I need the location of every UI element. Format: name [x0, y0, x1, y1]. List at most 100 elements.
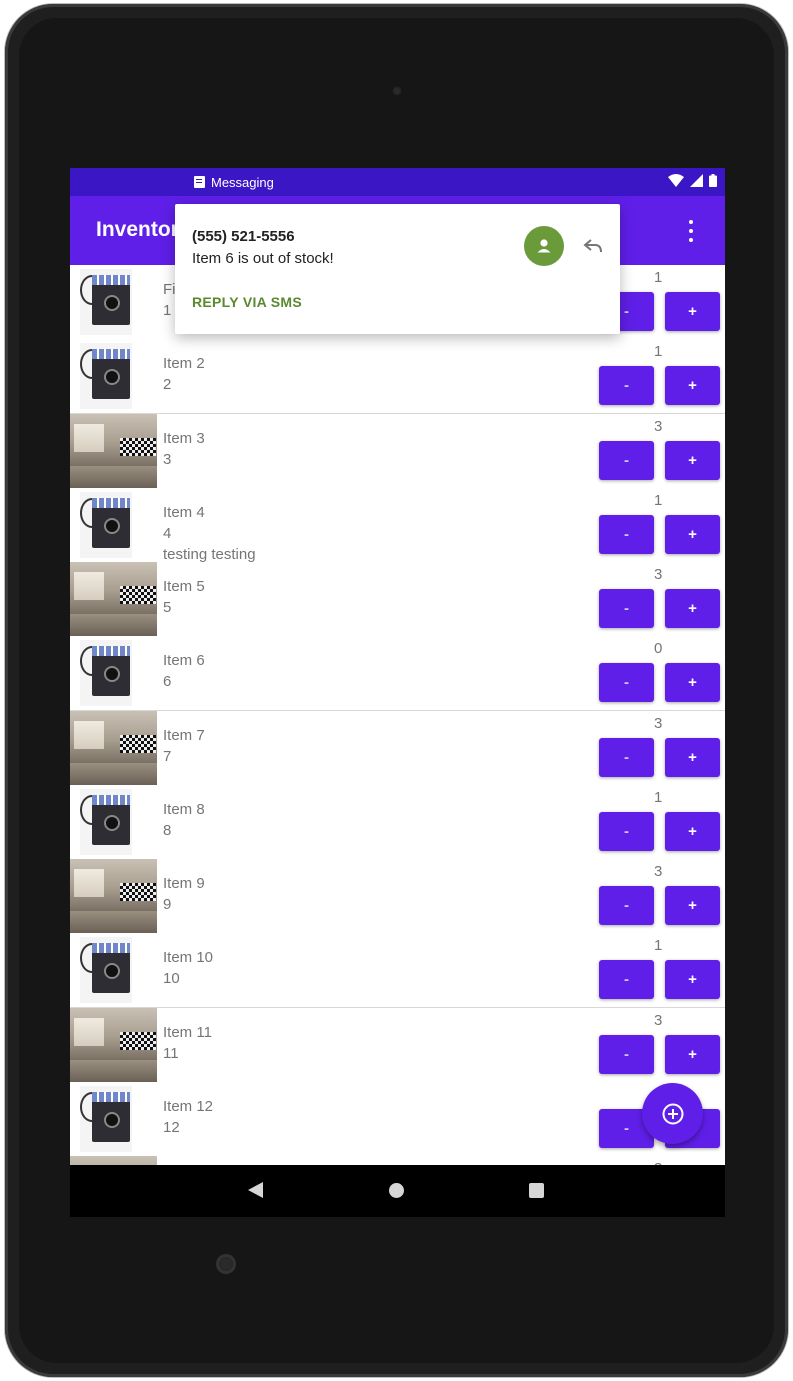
list-item[interactable]: Item 2 2 1- + — [70, 339, 725, 415]
item-quantity: 1 — [654, 937, 663, 955]
more-vert-icon[interactable] — [681, 220, 701, 242]
wifi-icon — [668, 174, 684, 187]
item-quantity: 1 — [654, 491, 663, 509]
item-number: 11 — [163, 1044, 179, 1062]
decrement-button[interactable]: - — [599, 1034, 654, 1074]
sms-notification[interactable]: (555) 521-5556 Item 6 is out of stock! R… — [175, 204, 620, 334]
item-name: Item 3 — [163, 429, 205, 447]
increment-button[interactable]: + — [665, 811, 720, 851]
navigation-bar — [70, 1165, 725, 1217]
item-quantity: 1 — [654, 788, 663, 806]
item-quantity: 3 — [654, 714, 663, 732]
status-app-name: Messaging — [211, 174, 274, 190]
item-image-pedal — [70, 265, 157, 339]
decrement-button[interactable]: - — [599, 514, 654, 554]
item-image-room — [70, 1007, 157, 1082]
item-name: Item 8 — [163, 800, 205, 818]
increment-button[interactable]: + — [665, 737, 720, 777]
item-number: 1 — [163, 302, 172, 319]
item-name: Item 6 — [163, 652, 205, 670]
increment-button[interactable]: + — [665, 589, 720, 628]
item-name: Item 10 — [163, 949, 214, 967]
increment-button[interactable]: + — [665, 292, 720, 331]
item-number: 2 — [163, 376, 172, 394]
list-item[interactable]: Item 12121-+ — [70, 1081, 725, 1157]
item-number: 12 — [163, 1118, 180, 1136]
decrement-button[interactable]: - — [599, 960, 654, 1000]
recents-icon[interactable] — [529, 1183, 544, 1198]
status-icons — [668, 174, 717, 187]
battery-icon — [709, 174, 717, 187]
home-icon[interactable] — [389, 1183, 404, 1198]
item-name: Item 2 — [163, 355, 205, 373]
increment-button[interactable]: + — [665, 1034, 720, 1074]
item-name: Item 9 — [163, 875, 205, 892]
item-quantity: 1 — [654, 269, 663, 286]
list-item[interactable]: Item 4 4 testing testing 1- + — [70, 487, 725, 563]
decrement-button[interactable]: - — [599, 811, 654, 851]
item-quantity: 0 — [654, 640, 663, 658]
item-image-pedal — [70, 933, 157, 1008]
reply-icon[interactable] — [581, 234, 605, 258]
item-image-pedal — [70, 1081, 157, 1156]
decrement-button[interactable]: - — [599, 589, 654, 628]
list-item[interactable]: Item 5 5 3- + — [70, 562, 725, 637]
increment-button[interactable]: + — [665, 663, 720, 703]
list-item[interactable]: Item 8 8 1- + — [70, 784, 725, 860]
signal-icon — [690, 174, 703, 187]
device-sensor — [216, 1254, 236, 1274]
item-number: 10 — [163, 970, 180, 988]
increment-button[interactable]: + — [665, 440, 720, 480]
item-image-room — [70, 710, 157, 785]
item-image-pedal — [70, 636, 157, 711]
item-image-room — [70, 413, 157, 488]
decrement-button[interactable]: - — [599, 366, 654, 406]
item-name: Item 12 — [163, 1097, 214, 1115]
item-name: Item 5 — [163, 578, 205, 595]
decrement-button[interactable]: - — [599, 663, 654, 703]
item-name: Item 11 — [163, 1023, 212, 1041]
reply-via-sms-button[interactable]: REPLY VIA SMS — [192, 294, 302, 310]
item-number: 4 — [163, 524, 172, 542]
notification-sender: (555) 521-5556 — [192, 228, 295, 245]
add-item-fab[interactable] — [642, 1083, 703, 1144]
screen: Messaging Inventory First11-+Item 221-+I… — [70, 168, 725, 1217]
item-image-room — [70, 859, 157, 933]
item-image-room — [70, 562, 157, 636]
decrement-button[interactable]: - — [599, 737, 654, 777]
list-item[interactable]: Item 10 10 1- + — [70, 933, 725, 1009]
item-name: Item 7 — [163, 726, 205, 744]
item-quantity: 1 — [654, 343, 663, 361]
list-item[interactable]: Item 6 6 0- + — [70, 636, 725, 712]
decrement-button[interactable]: - — [599, 886, 654, 925]
item-image-pedal — [70, 487, 157, 562]
increment-button[interactable]: + — [665, 514, 720, 554]
list-item[interactable]: Item 11 11 3- + — [70, 1007, 725, 1083]
back-icon[interactable] — [248, 1182, 263, 1198]
decrement-button[interactable]: - — [599, 440, 654, 480]
item-note: testing testing — [163, 545, 256, 563]
notification-message: Item 6 is out of stock! — [192, 250, 334, 267]
list-item[interactable]: Item 9 9 3- + — [70, 859, 725, 934]
item-quantity: 3 — [654, 863, 663, 880]
increment-button[interactable]: + — [665, 886, 720, 925]
item-number: 7 — [163, 747, 172, 765]
status-bar: Messaging — [70, 168, 725, 196]
list-item[interactable]: Item 7 7 3- + — [70, 710, 725, 786]
item-number: 6 — [163, 673, 172, 691]
item-number: 8 — [163, 821, 172, 839]
front-camera — [392, 86, 402, 96]
item-quantity: 3 — [654, 417, 663, 435]
item-name: Item 4 — [163, 503, 205, 521]
item-quantity: 3 — [654, 566, 663, 583]
increment-button[interactable]: + — [665, 366, 720, 406]
item-image-pedal — [70, 784, 157, 859]
status-notification: Messaging — [194, 174, 274, 190]
item-number: 3 — [163, 450, 172, 468]
increment-button[interactable]: + — [665, 960, 720, 1000]
person-icon — [524, 226, 564, 266]
add-circle-icon — [662, 1103, 683, 1124]
item-image-pedal — [70, 339, 157, 414]
list-item[interactable]: Item 3 3 3- + — [70, 413, 725, 489]
item-number: 5 — [163, 599, 172, 616]
